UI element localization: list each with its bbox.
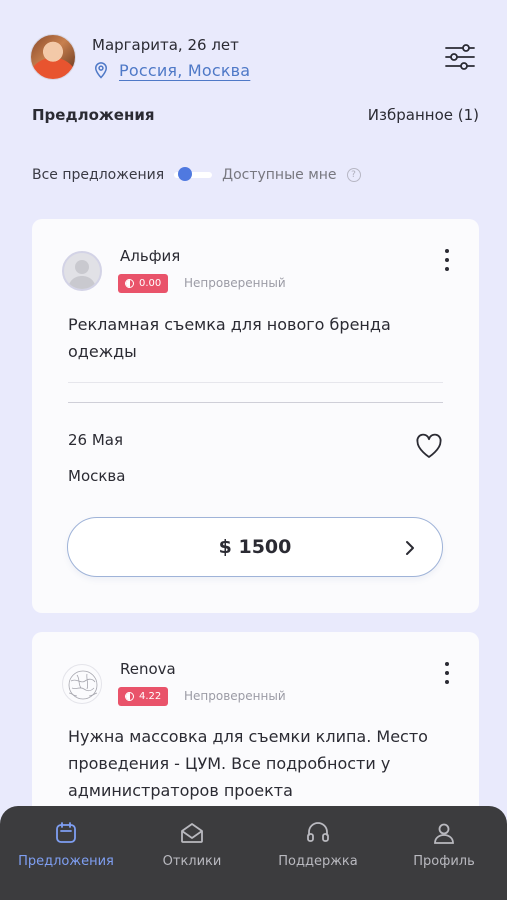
rating-icon xyxy=(125,279,134,288)
rating-value: 0.00 xyxy=(139,278,162,289)
calendar-icon xyxy=(56,822,76,843)
chevron-right-icon xyxy=(406,541,414,555)
tab-bar-responses[interactable]: Отклики xyxy=(137,820,247,880)
verification-status: Непроверенный xyxy=(184,689,286,703)
help-icon[interactable]: ? xyxy=(346,168,361,182)
rating-value: 4.22 xyxy=(139,691,162,702)
location-link[interactable]: Россия, Москва xyxy=(92,58,250,82)
avatar[interactable] xyxy=(30,34,76,80)
tab-bar-label: Отклики xyxy=(162,854,222,869)
offer-date: 26 Мая xyxy=(68,431,124,449)
bottom-tab-bar: Предложения Отклики Поддержка Профиль xyxy=(0,806,507,900)
tab-bar-label: Поддержка xyxy=(278,854,358,869)
toggle-label-available[interactable]: Доступные мне xyxy=(222,167,336,183)
offer-description: Рекламная съемка для нового бренда одежд… xyxy=(68,315,391,361)
user-name: Маргарита, 26 лет xyxy=(92,36,239,54)
verification-status: Непроверенный xyxy=(184,276,286,290)
offers-filter-toggle-row: Все предложения Доступные мне ? xyxy=(32,164,361,186)
tab-bar-label: Профиль xyxy=(413,854,475,869)
rating-icon xyxy=(125,692,134,701)
tab-favorites[interactable]: Избранное (1) xyxy=(368,106,479,124)
user-icon xyxy=(434,823,454,844)
author-avatar xyxy=(62,664,102,704)
tab-bar-profile[interactable]: Профиль xyxy=(389,820,499,880)
rating-badge: 0.00 xyxy=(118,274,169,293)
tab-bar-support[interactable]: Поддержка xyxy=(263,820,373,880)
tab-offers[interactable]: Предложения xyxy=(32,106,154,124)
filter-sliders-icon[interactable] xyxy=(443,40,477,74)
offers-switch[interactable] xyxy=(174,167,213,181)
switch-knob[interactable] xyxy=(178,167,193,181)
location-pin-icon xyxy=(94,62,108,79)
offer-description: Нужна массовка для съемки клипа. Место п… xyxy=(68,727,428,800)
divider xyxy=(68,382,443,383)
location-text[interactable]: Россия, Москва xyxy=(119,61,250,80)
author-name: Renova xyxy=(120,660,176,678)
offers-tabs: Предложения Избранное (1) xyxy=(32,106,479,128)
toggle-label-all[interactable]: Все предложения xyxy=(32,167,164,183)
tab-bar-label: Предложения xyxy=(18,854,114,869)
offer-card[interactable]: Альфия 0.00 Непроверенный Рекламная съем… xyxy=(32,219,479,613)
more-options-icon[interactable] xyxy=(443,249,451,271)
price-button[interactable]: $ 1500 xyxy=(67,517,443,577)
more-options-icon[interactable] xyxy=(443,662,451,684)
company-logo-icon xyxy=(68,670,98,700)
profile-header: Маргарита, 26 лет Россия, Москва xyxy=(30,34,477,86)
heart-icon[interactable] xyxy=(415,433,443,459)
offer-city: Москва xyxy=(68,467,126,485)
price-label: $ 1500 xyxy=(218,536,292,558)
default-user-icon xyxy=(68,260,96,289)
author-avatar xyxy=(62,251,102,291)
author-name: Альфия xyxy=(120,247,181,265)
divider xyxy=(68,402,443,403)
headset-icon xyxy=(307,822,329,842)
tab-bar-offers[interactable]: Предложения xyxy=(11,820,121,880)
rating-badge: 4.22 xyxy=(118,687,169,706)
envelope-icon xyxy=(181,823,203,843)
